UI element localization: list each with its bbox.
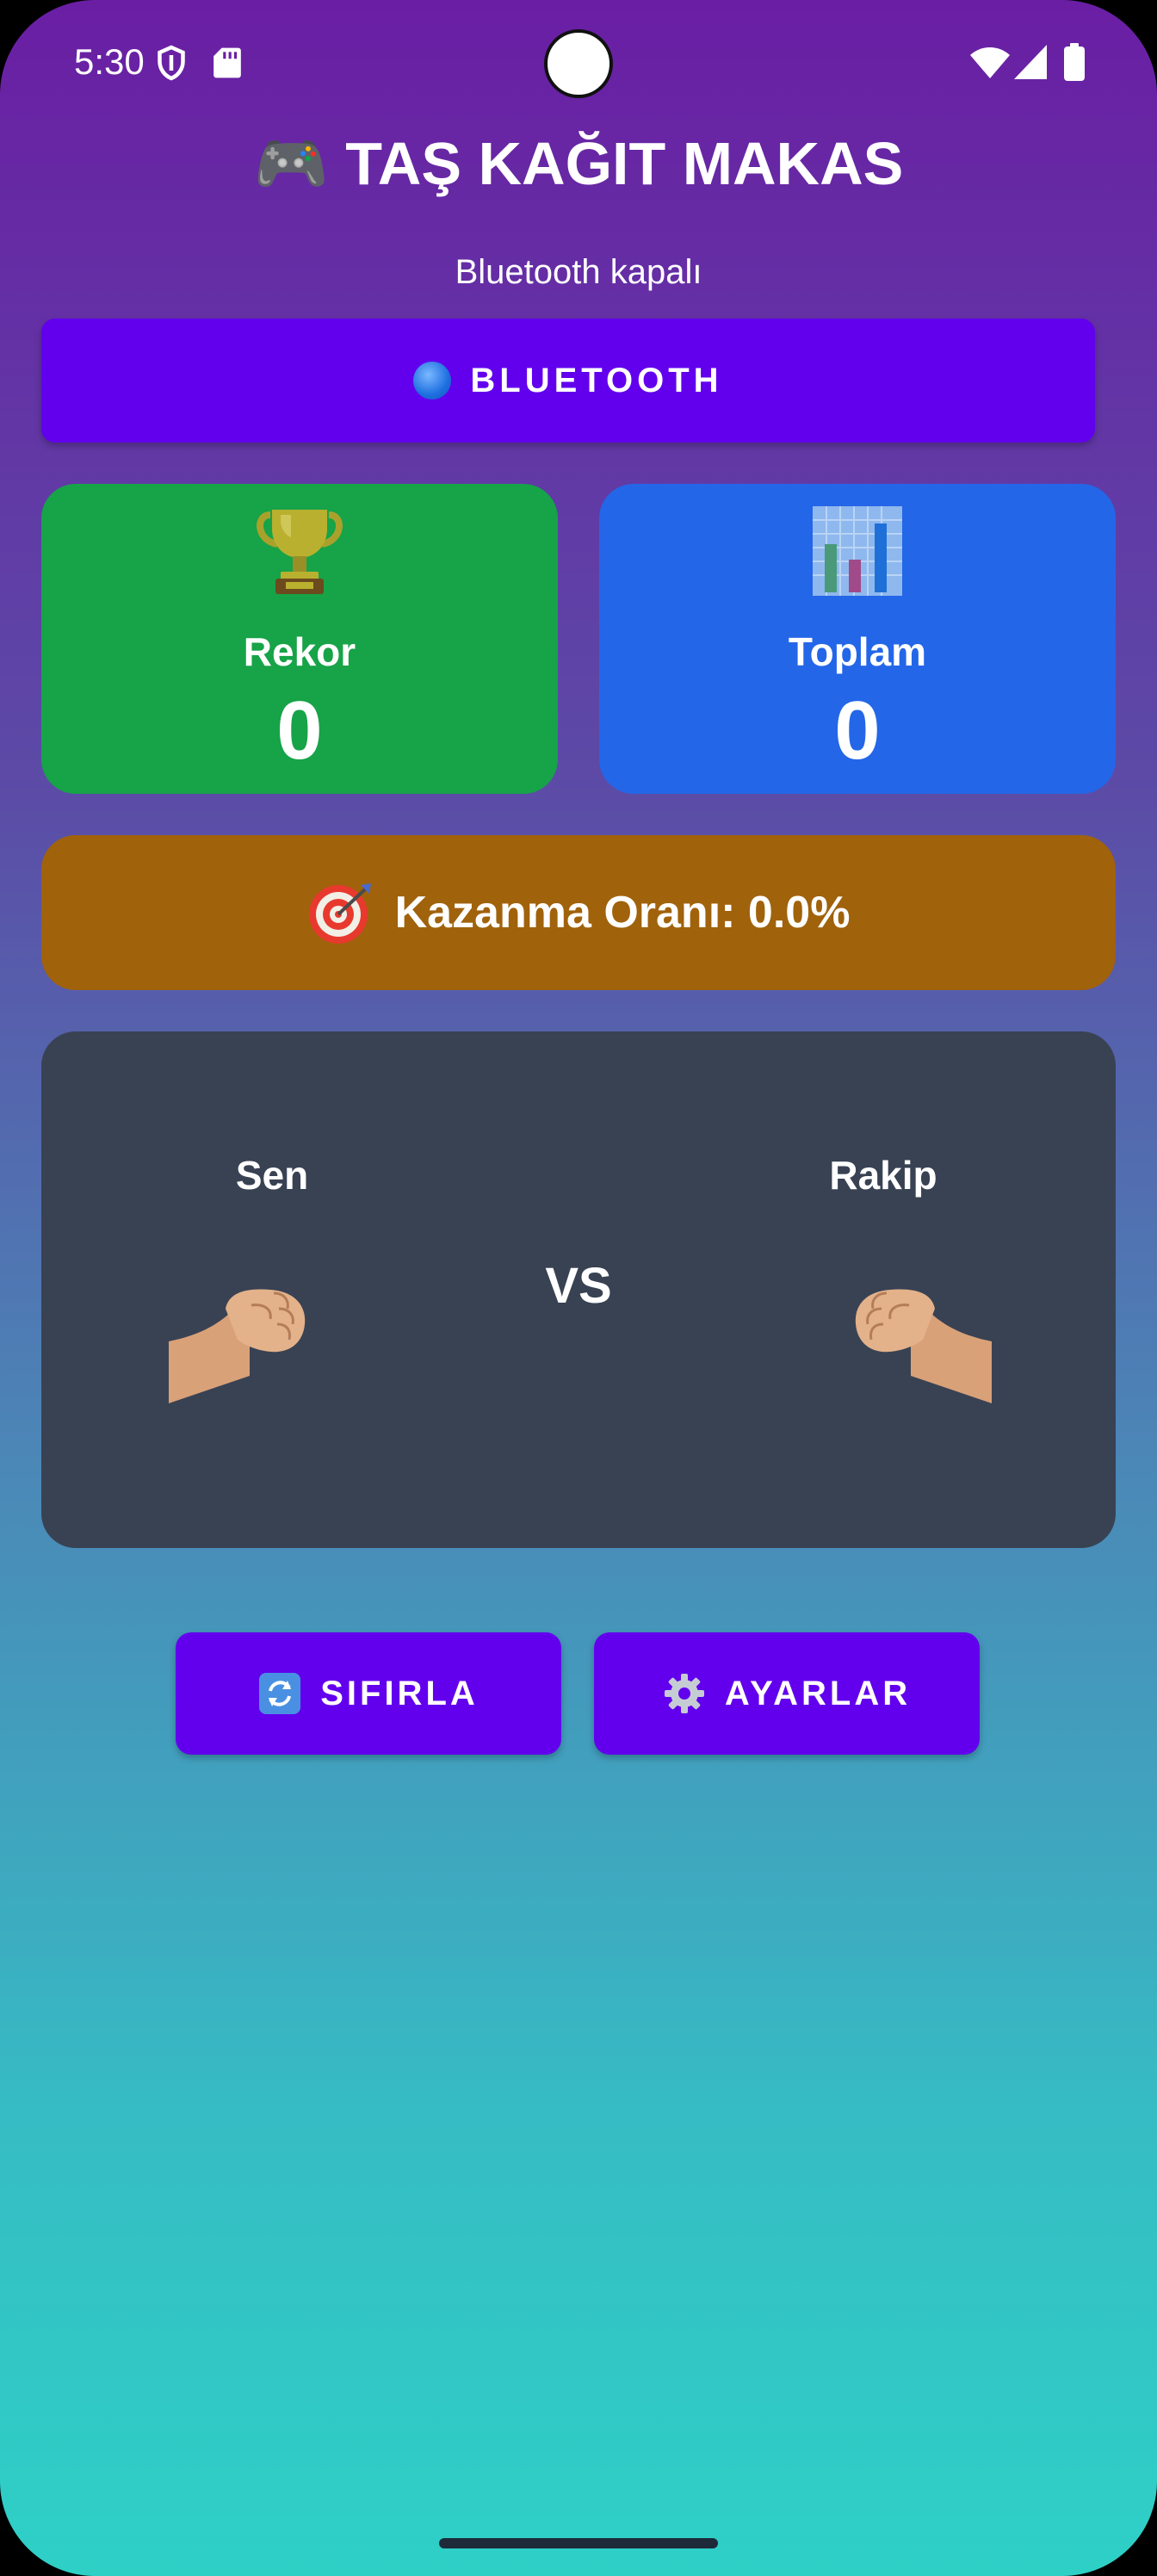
blue-circle-icon <box>413 362 452 399</box>
vs-label: VS <box>545 1258 612 1314</box>
bluetooth-status-text: Bluetooth kapalı <box>455 253 702 291</box>
win-rate-text: Kazanma Oranı: 0.0% <box>394 888 851 938</box>
record-label: Rekor <box>243 629 356 674</box>
trophy-icon <box>257 510 343 594</box>
front-camera <box>544 29 613 98</box>
reset-button-label: SIFIRLA <box>320 1674 479 1712</box>
refresh-icon <box>259 1673 301 1714</box>
target-icon <box>308 883 371 944</box>
record-card: Rekor 0 <box>41 484 558 794</box>
battle-panel: Sen Rakip VS <box>41 1031 1116 1548</box>
battery-icon <box>1064 43 1085 81</box>
sd-card-icon <box>213 47 241 78</box>
status-time: 5:30 <box>74 41 145 82</box>
bluetooth-button-label: BLUETOOTH <box>470 361 723 399</box>
total-card: Toplam 0 <box>599 484 1116 794</box>
bluetooth-button[interactable]: BLUETOOTH <box>41 319 1095 443</box>
reset-button[interactable]: SIFIRLA <box>176 1632 561 1755</box>
you-label: Sen <box>235 1153 309 1198</box>
app-screen: 5:30 🎮 TAŞ KAĞIT MAKAS Bluetooth kapalı … <box>0 0 1157 2576</box>
bar-chart-icon <box>813 506 902 596</box>
app-title: 🎮 TAŞ KAĞIT MAKAS <box>253 130 904 197</box>
win-rate-card: Kazanma Oranı: 0.0% <box>41 835 1116 990</box>
settings-button[interactable]: AYARLAR <box>594 1632 980 1755</box>
player-fist-icon <box>169 1289 306 1403</box>
home-indicator[interactable] <box>439 2538 718 2548</box>
opponent-fist-icon <box>855 1289 992 1403</box>
shield-icon <box>158 45 185 81</box>
settings-button-label: AYARLAR <box>724 1674 912 1712</box>
total-label: Toplam <box>788 629 927 674</box>
record-value: 0 <box>276 684 323 777</box>
wifi-icon <box>970 47 1010 78</box>
gear-icon <box>664 1674 704 1713</box>
cell-signal-icon <box>1014 45 1047 79</box>
opponent-label: Rakip <box>829 1153 937 1198</box>
total-value: 0 <box>834 684 881 777</box>
